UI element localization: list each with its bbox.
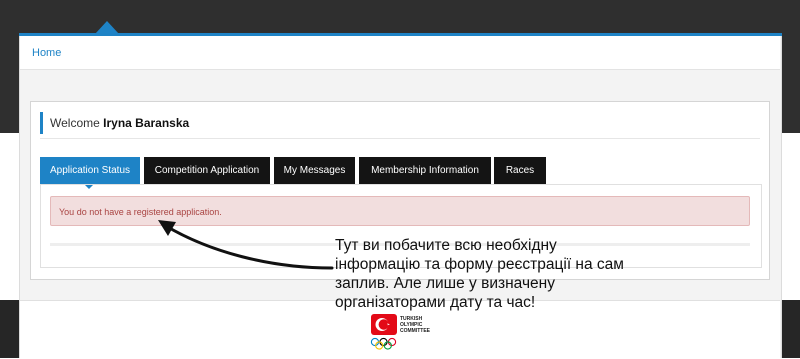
welcome-heading: Welcome Iryna Baranska (40, 112, 189, 134)
tab-competition-application[interactable]: Competition Application (144, 157, 270, 184)
tab-application-status[interactable]: Application Status (40, 157, 140, 184)
welcome-prefix: Welcome (50, 116, 100, 130)
breadcrumb-home-link[interactable]: Home (32, 47, 61, 59)
annotation-line: Тут ви побачите всю необхідну (335, 237, 557, 254)
tab-my-messages[interactable]: My Messages (274, 157, 355, 184)
annotation-text: Тут ви побачите всю необхідну інформацію… (335, 236, 645, 312)
annotation-line: організаторами дату та час! (335, 294, 536, 311)
annotation-line: заплив. Але лише у визначену (335, 275, 555, 292)
tab-races[interactable]: Races (494, 157, 546, 184)
no-application-alert: You do not have a registered application… (50, 196, 750, 226)
annotation-line: інформацію та форму реєстрації на сам (335, 256, 624, 273)
divider (40, 138, 760, 139)
user-name: Iryna Baranska (103, 116, 190, 130)
tab-membership-information[interactable]: Membership Information (359, 157, 491, 184)
logo-wordmark: TURKISH OLYMPIC COMMITTEE (400, 316, 430, 334)
breadcrumb: Home (20, 36, 780, 70)
